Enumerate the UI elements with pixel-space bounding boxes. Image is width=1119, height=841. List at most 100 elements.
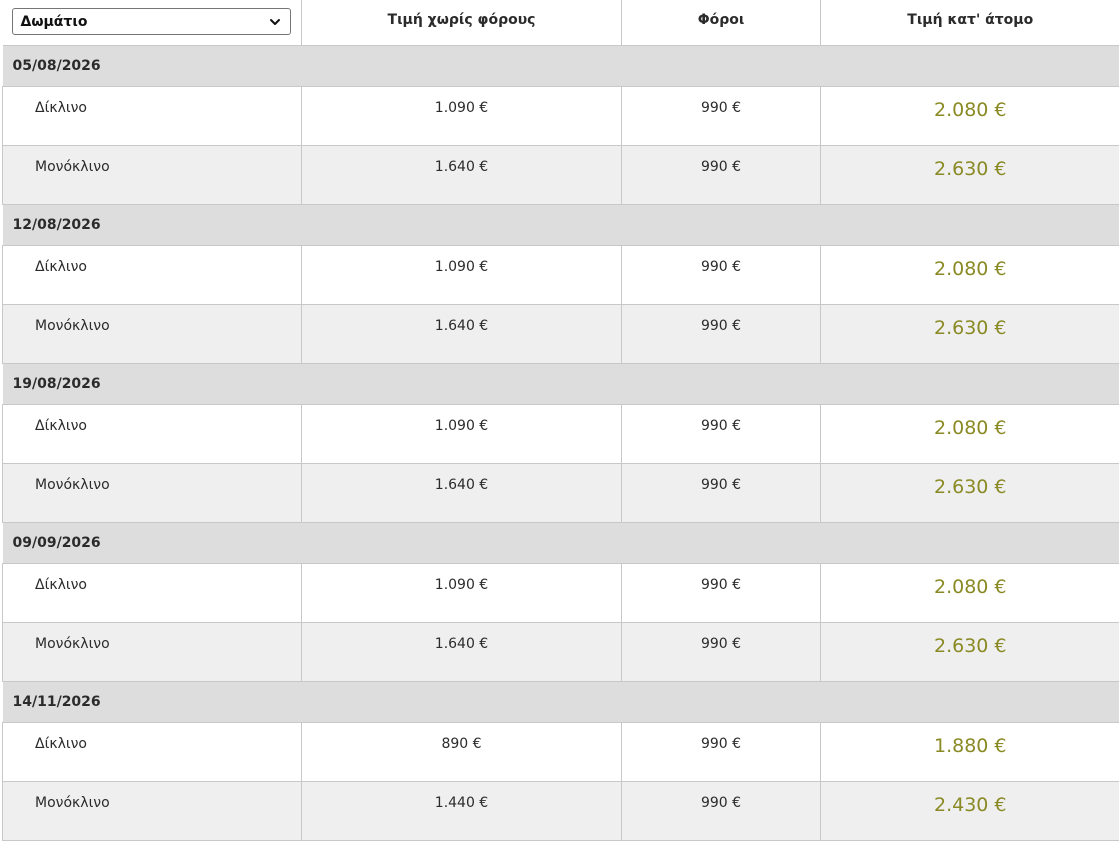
departure-date: 14/11/2026 [2,681,1119,723]
price-per-person: 2.630 € [933,158,1007,180]
price-without-tax: 1.090 € [434,100,489,116]
room-type-label: Δίκλινο [35,577,87,593]
tax-amount: 990 € [700,259,742,275]
price-per-person-cell: 2.430 € [820,781,1119,841]
room-type-label: Δίκλινο [35,100,87,116]
price-table-container: Δωμάτιο Τιμή χωρίς φόρους Φόροι Τιμή κατ… [0,0,1119,841]
room-type-label-cell: Μονόκλινο [2,145,302,205]
column-header-taxes: Φόροι [621,0,821,46]
date-group-row: 09/09/2026 [2,522,1119,564]
departure-date: 09/09/2026 [2,522,1119,564]
table-body: 05/08/2026 Δίκλινο 1.090 € 990 € 2.080 € Μονό… [2,45,1119,841]
tax-amount: 990 € [700,418,742,434]
price-per-person: 2.630 € [933,635,1007,657]
departure-date: 05/08/2026 [2,45,1119,87]
price-without-tax: 1.640 € [434,159,489,175]
table-row: Δίκλινο 1.090 € 990 € 2.080 € [2,86,1119,146]
tax-amount-cell: 990 € [621,781,821,841]
tax-amount: 990 € [700,100,742,116]
room-type-label-cell: Μονόκλινο [2,781,302,841]
price-without-tax: 1.640 € [434,636,489,652]
room-type-label-cell: Μονόκλινο [2,622,302,682]
price-without-tax-cell: 1.640 € [301,145,622,205]
tax-amount: 990 € [700,318,742,334]
room-select-value: Δωμάτιο [20,13,88,30]
departure-date: 12/08/2026 [2,204,1119,246]
date-group-row: 12/08/2026 [2,204,1119,246]
column-header-price-per-person: Τιμή κατ' άτομο [820,0,1119,46]
room-type-label-cell: Δίκλινο [2,245,302,305]
table-row: Μονόκλινο 1.640 € 990 € 2.630 € [2,463,1119,523]
price-without-tax-cell: 1.090 € [301,86,622,146]
chevron-down-icon [269,18,280,25]
room-select-cell: Δωμάτιο [2,0,302,46]
price-without-tax-cell: 1.090 € [301,404,622,464]
price-per-person: 2.430 € [933,794,1007,816]
price-without-tax-cell: 1.440 € [301,781,622,841]
table-row: Δίκλινο 1.090 € 990 € 2.080 € [2,563,1119,623]
room-type-label-cell: Μονόκλινο [2,304,302,364]
room-type-label-cell: Δίκλινο [2,404,302,464]
price-per-person: 2.080 € [933,99,1007,121]
price-without-tax: 1.090 € [434,577,489,593]
price-without-tax-cell: 1.640 € [301,463,622,523]
tax-amount-cell: 990 € [621,722,821,782]
price-without-tax-cell: 1.090 € [301,245,622,305]
price-without-tax-cell: 1.640 € [301,304,622,364]
price-per-person-cell: 2.080 € [820,86,1119,146]
room-type-label-cell: Δίκλινο [2,86,302,146]
price-without-tax: 1.640 € [434,477,489,493]
room-type-label: Δίκλινο [35,418,87,434]
price-without-tax: 890 € [441,736,482,752]
table-row: Μονόκλινο 1.440 € 990 € 2.430 € [2,781,1119,841]
price-per-person-cell: 2.630 € [820,463,1119,523]
price-without-tax: 1.090 € [434,259,489,275]
room-type-label: Μονόκλινο [35,318,110,334]
date-group-row: 05/08/2026 [2,45,1119,87]
price-per-person-cell: 2.080 € [820,245,1119,305]
table-row: Δίκλινο 1.090 € 990 € 2.080 € [2,245,1119,305]
price-per-person: 2.630 € [933,317,1007,339]
room-type-label-cell: Δίκλινο [2,563,302,623]
room-type-label-cell: Μονόκλινο [2,463,302,523]
price-per-person-cell: 2.630 € [820,145,1119,205]
tax-amount-cell: 990 € [621,463,821,523]
tax-amount-cell: 990 € [621,145,821,205]
tax-amount: 990 € [700,577,742,593]
table-row: Δίκλινο 890 € 990 € 1.880 € [2,722,1119,782]
tax-amount-cell: 990 € [621,86,821,146]
room-type-select[interactable]: Δωμάτιο [11,8,291,35]
price-without-tax-cell: 1.090 € [301,563,622,623]
room-type-label: Μονόκλινο [35,636,110,652]
room-type-label-cell: Δίκλινο [2,722,302,782]
date-group-row: 19/08/2026 [2,363,1119,405]
tax-amount: 990 € [700,477,742,493]
tax-amount: 990 € [700,795,742,811]
room-type-label: Μονόκλινο [35,477,110,493]
tax-amount: 990 € [700,736,742,752]
departure-date: 19/08/2026 [2,363,1119,405]
tax-amount-cell: 990 € [621,304,821,364]
table-row: Μονόκλινο 1.640 € 990 € 2.630 € [2,622,1119,682]
price-per-person-cell: 2.630 € [820,304,1119,364]
price-without-tax-cell: 890 € [301,722,622,782]
price-per-person-cell: 2.630 € [820,622,1119,682]
price-per-person: 2.080 € [933,576,1007,598]
table-header-row: Δωμάτιο Τιμή χωρίς φόρους Φόροι Τιμή κατ… [2,0,1119,46]
column-header-price-no-tax: Τιμή χωρίς φόρους [301,0,622,46]
price-per-person: 1.880 € [933,735,1007,757]
table-row: Δίκλινο 1.090 € 990 € 2.080 € [2,404,1119,464]
table-row: Μονόκλινο 1.640 € 990 € 2.630 € [2,304,1119,364]
price-table: Δωμάτιο Τιμή χωρίς φόρους Φόροι Τιμή κατ… [2,0,1119,841]
room-type-label: Δίκλινο [35,736,87,752]
price-per-person: 2.080 € [933,417,1007,439]
price-without-tax: 1.090 € [434,418,489,434]
price-per-person-cell: 2.080 € [820,404,1119,464]
price-per-person: 2.080 € [933,258,1007,280]
tax-amount: 990 € [700,636,742,652]
tax-amount-cell: 990 € [621,245,821,305]
tax-amount-cell: 990 € [621,622,821,682]
price-per-person: 2.630 € [933,476,1007,498]
room-type-label: Δίκλινο [35,259,87,275]
price-per-person-cell: 2.080 € [820,563,1119,623]
